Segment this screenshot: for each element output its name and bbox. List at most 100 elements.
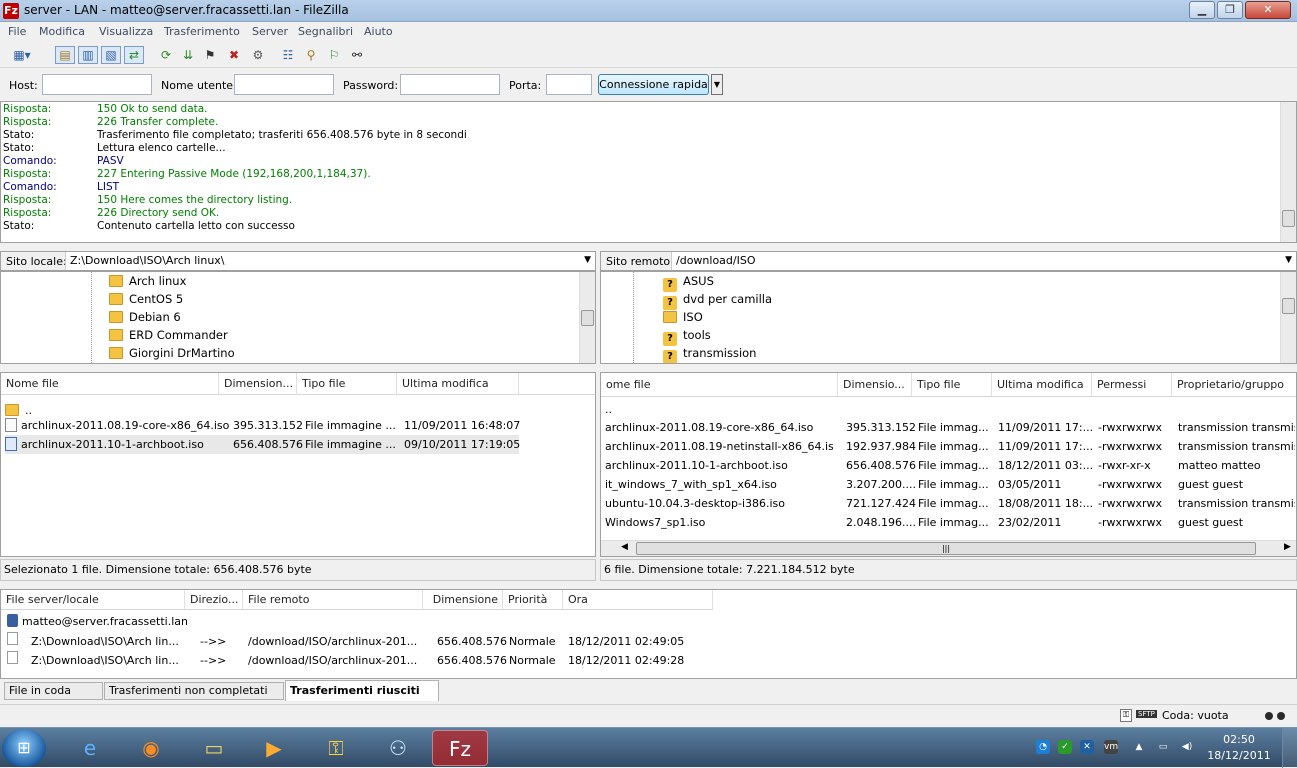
local-tree-scrollbar[interactable] bbox=[579, 272, 595, 363]
tray-vmware-icon[interactable]: vm bbox=[1104, 740, 1118, 754]
firefox-icon[interactable]: ◉ bbox=[123, 730, 179, 766]
remote-directory-tree: ? ASUS ? dvd per camilla ISO ? tools ? trans… bbox=[600, 271, 1297, 364]
synchronized-browsing-icon[interactable]: ⚐ bbox=[324, 46, 344, 64]
toggle-log-icon[interactable]: ▤ bbox=[55, 46, 75, 64]
column-header-type[interactable]: Tipo file bbox=[912, 373, 992, 397]
tab-successful-transfers[interactable]: Trasferimenti riusciti (2) bbox=[285, 680, 439, 717]
tray-check-icon[interactable]: ✓ bbox=[1058, 740, 1072, 754]
close-button[interactable]: ✕ bbox=[1245, 1, 1291, 19]
search-files-icon[interactable]: ⚯ bbox=[347, 46, 367, 64]
list-item[interactable]: ubuntu-10.04.3-desktop-i386.iso 721.127.… bbox=[605, 494, 1295, 513]
list-item[interactable]: Windows7_sp1.iso 2.048.196.... File imma… bbox=[605, 513, 1295, 532]
refresh-icon[interactable]: ⟳ bbox=[156, 46, 176, 64]
queue-status: Coda: vuota bbox=[1162, 709, 1229, 722]
list-item[interactable]: archlinux-2011.08.19-core-x86_64.iso 395… bbox=[5, 416, 520, 435]
start-button[interactable]: ⊞ bbox=[2, 729, 46, 767]
directory-comparison-icon[interactable]: ⚲ bbox=[301, 46, 321, 64]
scrollbar-thumb[interactable] bbox=[1282, 298, 1295, 314]
column-header-time[interactable]: Ora bbox=[563, 590, 713, 610]
column-header-size[interactable]: Dimension... bbox=[219, 373, 297, 395]
tray-app-icon[interactable]: ✕ bbox=[1080, 740, 1094, 754]
scrollbar-thumb[interactable] bbox=[581, 310, 594, 326]
tray-volume-icon[interactable]: ◀) bbox=[1180, 740, 1194, 754]
column-header-modified[interactable]: Ultima modifica bbox=[397, 373, 519, 395]
security-app-icon[interactable]: ⚿ bbox=[308, 730, 364, 766]
media-player-icon[interactable]: ▶ bbox=[246, 730, 302, 766]
column-header-name[interactable]: ome file bbox=[601, 373, 838, 397]
process-queue-icon[interactable]: ⇊ bbox=[178, 46, 198, 64]
menu-aiuto[interactable]: Aiuto bbox=[364, 25, 393, 38]
filezilla-taskbar-icon[interactable]: Fz bbox=[432, 730, 488, 766]
list-item[interactable]: archlinux-2011.08.19-core-x86_64.iso 395… bbox=[605, 418, 1295, 437]
tree-item[interactable]: ISO bbox=[663, 308, 703, 326]
column-header-permissions[interactable]: Permessi bbox=[1092, 373, 1172, 397]
menu-visualizza[interactable]: Visualizza bbox=[99, 25, 153, 38]
tree-item[interactable]: ? ASUS bbox=[663, 272, 714, 292]
tree-item[interactable]: ? dvd per camilla bbox=[663, 290, 772, 310]
menu-server[interactable]: Server bbox=[252, 25, 288, 38]
restore-button[interactable]: ❐ bbox=[1217, 1, 1243, 19]
username-input[interactable] bbox=[234, 74, 334, 95]
toggle-local-tree-icon[interactable]: ▥ bbox=[78, 46, 98, 64]
menu-file[interactable]: File bbox=[8, 25, 26, 38]
scrollbar-thumb[interactable]: ||| bbox=[636, 542, 1256, 555]
minimize-button[interactable]: ▁ bbox=[1189, 1, 1215, 19]
reconnect-icon[interactable]: ⚙ bbox=[248, 46, 268, 64]
show-desktop-button[interactable] bbox=[1282, 728, 1297, 768]
directory-listing-filter-icon[interactable]: ☷ bbox=[278, 46, 298, 64]
tab-queued-files[interactable]: File in coda bbox=[4, 682, 103, 700]
column-header-priority[interactable]: Priorità bbox=[503, 590, 563, 610]
remote-path-input[interactable]: /download/ISO ▼ bbox=[671, 252, 1296, 270]
network-app-icon[interactable]: ⚇ bbox=[370, 730, 426, 766]
menu-modifica[interactable]: Modifica bbox=[39, 25, 85, 38]
file-explorer-icon[interactable]: ▭ bbox=[186, 730, 242, 766]
list-item[interactable]: it_windows_7_with_sp1_x64.iso 3.207.200.… bbox=[605, 475, 1295, 494]
remote-tree-scrollbar[interactable] bbox=[1280, 272, 1296, 363]
toggle-remote-tree-icon[interactable]: ▧ bbox=[101, 46, 121, 64]
list-item[interactable]: archlinux-2011.08.19-netinstall-x86_64.i… bbox=[605, 437, 1295, 456]
tray-monitor-icon[interactable]: ▭ bbox=[1156, 740, 1170, 754]
list-item[interactable]: archlinux-2011.10-1-archboot.iso 656.408… bbox=[605, 456, 1295, 475]
tree-item[interactable]: ? tools bbox=[663, 326, 711, 346]
cancel-operation-icon[interactable]: ⚑ bbox=[200, 46, 220, 64]
list-item-selected[interactable]: archlinux-2011.10-1-archboot.iso 656.408… bbox=[5, 435, 520, 454]
tree-item[interactable]: ? transmission bbox=[663, 344, 756, 363]
tree-item[interactable]: ERD Commander bbox=[109, 326, 228, 344]
tray-network-icon[interactable]: ◔ bbox=[1036, 740, 1050, 754]
host-input[interactable] bbox=[42, 74, 152, 95]
tree-item[interactable]: Debian 6 bbox=[109, 308, 181, 326]
column-header-type[interactable]: Tipo file bbox=[297, 373, 397, 395]
log-scrollbar-thumb[interactable] bbox=[1282, 210, 1295, 227]
menu-trasferimento[interactable]: Trasferimento bbox=[164, 25, 240, 38]
log-scrollbar[interactable] bbox=[1280, 102, 1296, 242]
tree-item[interactable]: Arch linux bbox=[109, 272, 186, 290]
queue-row[interactable]: Z:\Download\ISO\Arch lin... -->> /downlo… bbox=[7, 632, 707, 651]
queue-row[interactable]: Z:\Download\ISO\Arch lin... -->> /downlo… bbox=[7, 651, 707, 670]
queue-server-row[interactable]: matteo@server.fracassetti.lan bbox=[7, 613, 188, 631]
port-input[interactable] bbox=[546, 74, 592, 95]
password-input[interactable] bbox=[400, 74, 500, 95]
quickconnect-history-dropdown[interactable]: ▼ bbox=[711, 74, 723, 95]
tree-item[interactable]: Giorgini DrMartino bbox=[109, 344, 235, 362]
tray-show-hidden-icon[interactable]: ▲ bbox=[1132, 740, 1146, 754]
taskbar-clock[interactable]: 02:50 18/12/2011 bbox=[1205, 732, 1273, 764]
column-header-owner[interactable]: Proprietario/gruppo bbox=[1172, 373, 1296, 397]
column-header-local-file[interactable]: File server/locale bbox=[1, 590, 185, 610]
column-header-name[interactable]: Nome file bbox=[1, 373, 219, 395]
column-header-size[interactable]: Dimensio... bbox=[838, 373, 912, 397]
site-manager-icon[interactable]: ▦▾ bbox=[6, 46, 38, 64]
disconnect-icon[interactable]: ✖ bbox=[224, 46, 244, 64]
column-header-modified[interactable]: Ultima modifica bbox=[992, 373, 1092, 397]
quickconnect-button[interactable]: Connessione rapida bbox=[598, 74, 709, 95]
internet-explorer-icon[interactable]: e bbox=[62, 730, 118, 766]
column-header-remote-file[interactable]: File remoto bbox=[243, 590, 423, 610]
local-path-input[interactable]: Z:\Download\ISO\Arch linux\ ▼ bbox=[65, 252, 595, 270]
list-item[interactable]: .. bbox=[605, 400, 1295, 419]
tab-failed-transfers[interactable]: Trasferimenti non completati bbox=[104, 682, 284, 700]
toggle-queue-icon[interactable]: ⇄ bbox=[124, 46, 144, 64]
menu-segnalibri[interactable]: Segnalibri bbox=[298, 25, 353, 38]
remote-horizontal-scrollbar[interactable]: ◀ ||| ▶ bbox=[601, 540, 1296, 556]
column-header-size[interactable]: Dimensione bbox=[423, 590, 503, 610]
column-header-direction[interactable]: Direzio... bbox=[185, 590, 243, 610]
tree-item[interactable]: CentOS 5 bbox=[109, 290, 183, 308]
